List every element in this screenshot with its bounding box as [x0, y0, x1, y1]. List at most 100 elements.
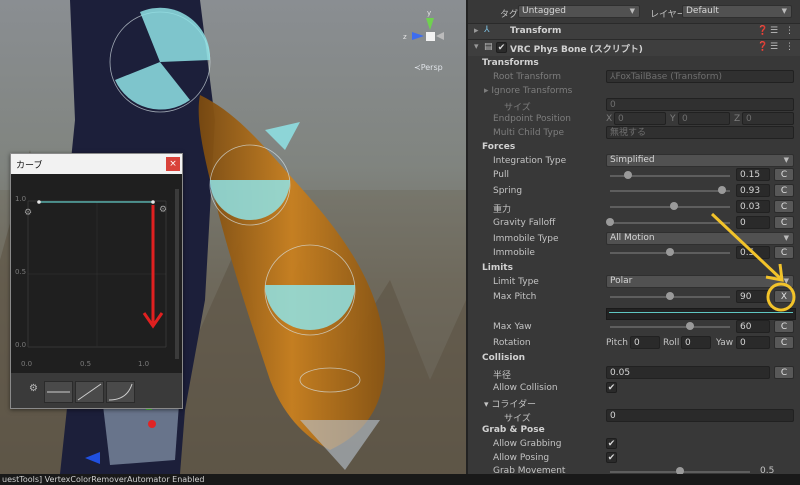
rotation-yaw-field[interactable]: 0: [736, 336, 770, 349]
immobile-type-label: Immobile Type: [493, 234, 559, 244]
immobile-label: Immobile: [493, 248, 535, 258]
immobile-type-dropdown[interactable]: All Motion ▼: [606, 232, 794, 245]
allow-grabbing-checkbox[interactable]: ✔: [606, 438, 617, 449]
help-icon[interactable]: ❓: [757, 26, 768, 36]
ignore-transforms-label[interactable]: ▸ Ignore Transforms: [484, 86, 572, 96]
gravity-falloff-label: Gravity Falloff: [493, 218, 556, 228]
spring-curve-button[interactable]: C: [774, 184, 794, 197]
immobile-curve-button[interactable]: C: [774, 246, 794, 259]
endpoint-y-field[interactable]: 0: [678, 112, 730, 125]
max-yaw-label: Max Yaw: [493, 322, 532, 332]
limit-type-dropdown[interactable]: Polar ▼: [606, 275, 794, 288]
max-pitch-curve-preview[interactable]: [606, 308, 796, 320]
component-enabled-checkbox[interactable]: ✔: [496, 42, 507, 53]
gravity-slider-knob[interactable]: [669, 202, 678, 210]
integration-type-label: Integration Type: [493, 156, 567, 166]
gravity-field[interactable]: 0.03: [736, 200, 770, 213]
persp-label[interactable]: ≺Persp: [414, 63, 443, 72]
endpoint-z-label: Z: [734, 114, 741, 124]
orientation-gizmo[interactable]: y z: [400, 6, 460, 66]
max-yaw-slider-knob[interactable]: [686, 322, 695, 330]
rotation-pitch-field[interactable]: 0: [630, 336, 660, 349]
foldout-arrow-icon[interactable]: ▾: [474, 42, 479, 52]
max-pitch-curve-remove-button[interactable]: X: [774, 290, 794, 303]
allow-collision-label: Allow Collision: [493, 383, 558, 393]
gravity-falloff-slider-knob[interactable]: [606, 218, 614, 226]
rotation-roll-field[interactable]: 0: [681, 336, 711, 349]
gear-icon[interactable]: ⚙: [29, 383, 38, 394]
gravity-curve-button[interactable]: C: [774, 200, 794, 213]
preset-bar: ⚙: [11, 373, 182, 408]
max-pitch-field[interactable]: 90: [736, 290, 770, 303]
max-pitch-slider-knob[interactable]: [666, 292, 674, 300]
ignore-size-field[interactable]: 0: [606, 98, 794, 111]
close-icon[interactable]: ×: [166, 157, 180, 171]
spring-slider-knob[interactable]: [717, 186, 726, 194]
gravity-falloff-slider[interactable]: [610, 222, 730, 224]
tag-dropdown[interactable]: Untagged ▼: [518, 5, 640, 18]
y-tick-label: 0.0: [15, 341, 27, 349]
curve-titlebar[interactable]: カーブ ×: [11, 154, 182, 174]
pull-curve-button[interactable]: C: [774, 168, 794, 181]
chevron-down-icon: ▼: [783, 277, 789, 285]
rotation-curve-button[interactable]: C: [774, 336, 794, 349]
rotation-pitch-label: Pitch: [606, 338, 628, 348]
radius-curve-button[interactable]: C: [774, 366, 794, 379]
spring-slider[interactable]: [610, 190, 730, 192]
endpoint-position-label: Endpoint Position: [493, 114, 571, 124]
curve-line: [609, 312, 793, 313]
section-forces: Forces: [482, 142, 516, 152]
immobile-slider-knob[interactable]: [666, 248, 674, 256]
endpoint-x-field[interactable]: 0: [614, 112, 666, 125]
y-tick-label: 1.0: [15, 195, 27, 203]
curve-editor-window[interactable]: カーブ × ⚙ ⚙ 1.0 0.5 0.0 0.0 0.5 1.0 ⚙: [10, 153, 183, 409]
linear-preset-icon[interactable]: [75, 381, 104, 403]
gravity-falloff-curve-button[interactable]: C: [774, 216, 794, 229]
layer-label: レイヤー: [650, 10, 686, 20]
more-icon[interactable]: ⋮: [785, 42, 794, 52]
curve-canvas[interactable]: ⚙ ⚙ 1.0 0.5 0.0 0.0 0.5 1.0: [11, 174, 182, 373]
allow-posing-checkbox[interactable]: ✔: [606, 452, 617, 463]
transform-component-header[interactable]: ▸ ⅄ Transform ❓ ☰ ⋮: [468, 23, 800, 40]
layer-value: Default: [686, 6, 719, 16]
max-yaw-field[interactable]: 60: [736, 320, 770, 333]
endpoint-z-field[interactable]: 0: [742, 112, 794, 125]
grab-movement-slider-knob[interactable]: [676, 467, 684, 474]
integration-type-dropdown[interactable]: Simplified ▼: [606, 154, 794, 167]
pull-field[interactable]: 0.15: [736, 168, 770, 181]
rotation-roll-label: Roll: [663, 338, 680, 348]
more-icon[interactable]: ⋮: [785, 26, 794, 36]
flat-preset-icon[interactable]: [44, 381, 73, 403]
max-yaw-curve-button[interactable]: C: [774, 320, 794, 333]
layer-dropdown[interactable]: Default ▼: [682, 5, 792, 18]
multi-child-type-dropdown[interactable]: 無視する: [606, 126, 794, 139]
chevron-down-icon: ▼: [783, 234, 789, 242]
foldout-arrow-icon[interactable]: ▸: [474, 26, 479, 36]
svg-text:z: z: [403, 33, 407, 41]
spring-field[interactable]: 0.93: [736, 184, 770, 197]
ease-in-preset-icon[interactable]: [106, 381, 135, 403]
max-yaw-slider[interactable]: [610, 326, 730, 328]
preset-icon[interactable]: ☰: [770, 26, 778, 36]
immobile-field[interactable]: 0.5: [736, 246, 770, 259]
pull-slider-knob[interactable]: [624, 171, 632, 179]
endpoint-y-label: Y: [670, 114, 676, 124]
rotation-label: Rotation: [493, 338, 531, 348]
section-grab-pose: Grab & Pose: [482, 425, 545, 435]
colliders-foldout[interactable]: ▾ コライダー: [484, 397, 536, 410]
gravity-label: 重力: [493, 205, 512, 215]
physbone-component-header[interactable]: ▾ ▤ ✔ VRC Phys Bone (スクリプト) ❓ ☰ ⋮: [468, 39, 800, 56]
script-icon: ▤: [484, 42, 493, 52]
radius-label: 半径: [493, 371, 512, 381]
root-transform-field[interactable]: ⅄FoxTailBase (Transform): [606, 70, 794, 83]
gravity-falloff-field[interactable]: 0: [736, 216, 770, 229]
radius-field[interactable]: 0.05: [606, 366, 770, 379]
grab-movement-value[interactable]: 0.5: [760, 466, 774, 474]
allow-posing-label: Allow Posing: [493, 453, 550, 463]
section-limits: Limits: [482, 263, 513, 273]
help-icon[interactable]: ❓: [757, 42, 768, 52]
colliders-size-label: サイズ: [504, 414, 531, 424]
colliders-size-field[interactable]: 0: [606, 409, 794, 422]
preset-icon[interactable]: ☰: [770, 42, 778, 52]
allow-collision-checkbox[interactable]: ✔: [606, 382, 617, 393]
